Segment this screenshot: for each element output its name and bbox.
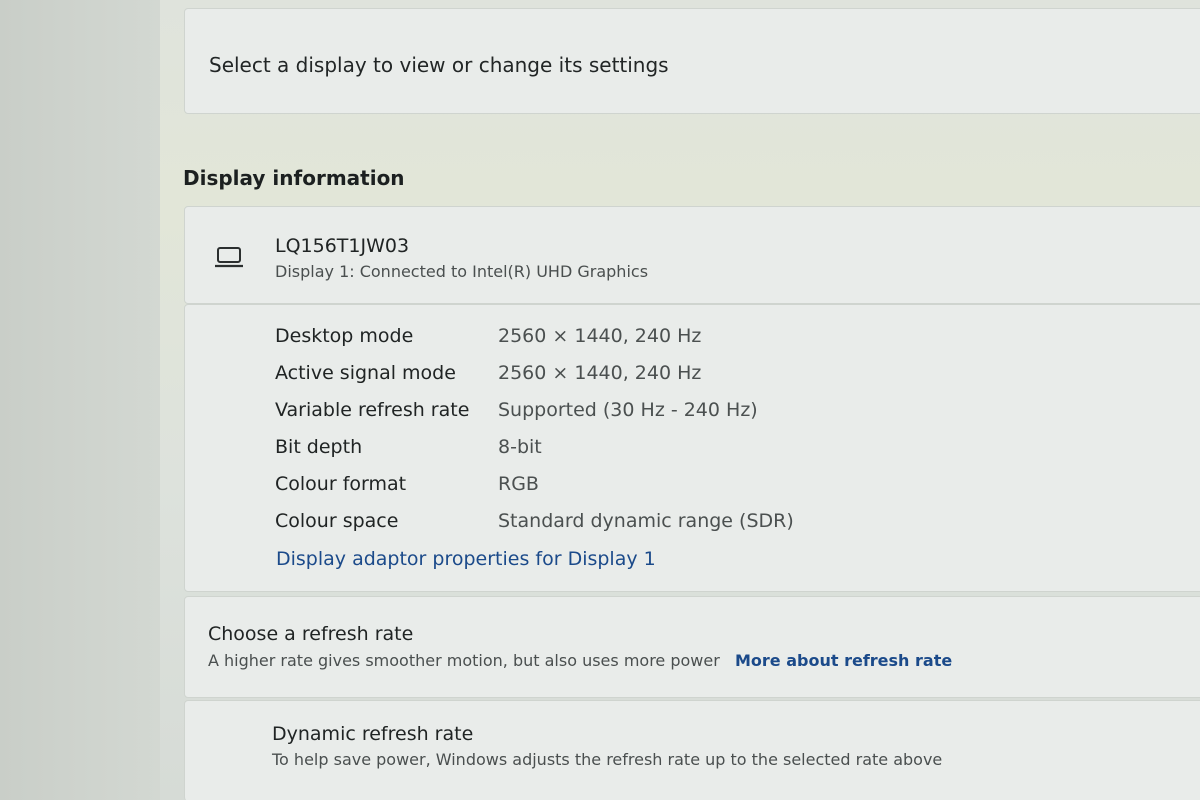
detail-value: 8-bit (498, 436, 542, 458)
detail-row-colour-space: Colour space Standard dynamic range (SDR… (275, 510, 1175, 540)
refresh-rate-title: Choose a refresh rate (208, 623, 414, 645)
detail-row-colour-format: Colour format RGB (275, 473, 1175, 503)
detail-label: Bit depth (275, 436, 363, 458)
detail-row-desktop-mode: Desktop mode 2560 × 1440, 240 Hz (275, 325, 1175, 355)
detail-row-bit-depth: Bit depth 8-bit (275, 436, 1175, 466)
detail-value: 2560 × 1440, 240 Hz (498, 362, 702, 384)
laptop-icon (214, 245, 244, 271)
detail-value: 2560 × 1440, 240 Hz (498, 325, 702, 347)
dynamic-refresh-rate-title: Dynamic refresh rate (272, 723, 474, 745)
detail-label: Active signal mode (275, 362, 456, 384)
detail-label: Variable refresh rate (275, 399, 470, 421)
dynamic-refresh-rate-card[interactable]: Dynamic refresh rate To help save power,… (184, 700, 1200, 800)
detail-label: Colour format (275, 473, 407, 495)
dynamic-refresh-rate-description: To help save power, Windows adjusts the … (272, 750, 943, 769)
display-adaptor-properties-link[interactable]: Display adaptor properties for Display 1 (276, 548, 656, 570)
display-connection-info: Display 1: Connected to Intel(R) UHD Gra… (275, 262, 649, 281)
detail-row-active-signal-mode: Active signal mode 2560 × 1440, 240 Hz (275, 362, 1175, 392)
section-title-display-information: Display information (183, 166, 405, 190)
select-display-card[interactable]: Select a display to view or change its s… (184, 8, 1200, 114)
navigation-pane-edge (0, 0, 160, 800)
refresh-rate-description: A higher rate gives smoother motion, but… (208, 651, 720, 670)
refresh-rate-card[interactable]: Choose a refresh rate A higher rate give… (184, 596, 1200, 698)
detail-label: Desktop mode (275, 325, 414, 347)
display-identity-card: LQ156T1JW03 Display 1: Connected to Inte… (184, 206, 1200, 304)
detail-row-variable-refresh-rate: Variable refresh rate Supported (30 Hz -… (275, 399, 1175, 429)
display-name: LQ156T1JW03 (275, 235, 410, 257)
select-display-text: Select a display to view or change its s… (209, 53, 669, 77)
detail-value: Supported (30 Hz - 240 Hz) (498, 399, 758, 421)
detail-value: Standard dynamic range (SDR) (498, 510, 794, 532)
settings-page: Select a display to view or change its s… (0, 0, 1200, 800)
display-details-card: Desktop mode 2560 × 1440, 240 Hz Active … (184, 304, 1200, 592)
detail-label: Colour space (275, 510, 399, 532)
detail-value: RGB (498, 473, 539, 495)
more-about-refresh-rate-link[interactable]: More about refresh rate (735, 651, 952, 670)
